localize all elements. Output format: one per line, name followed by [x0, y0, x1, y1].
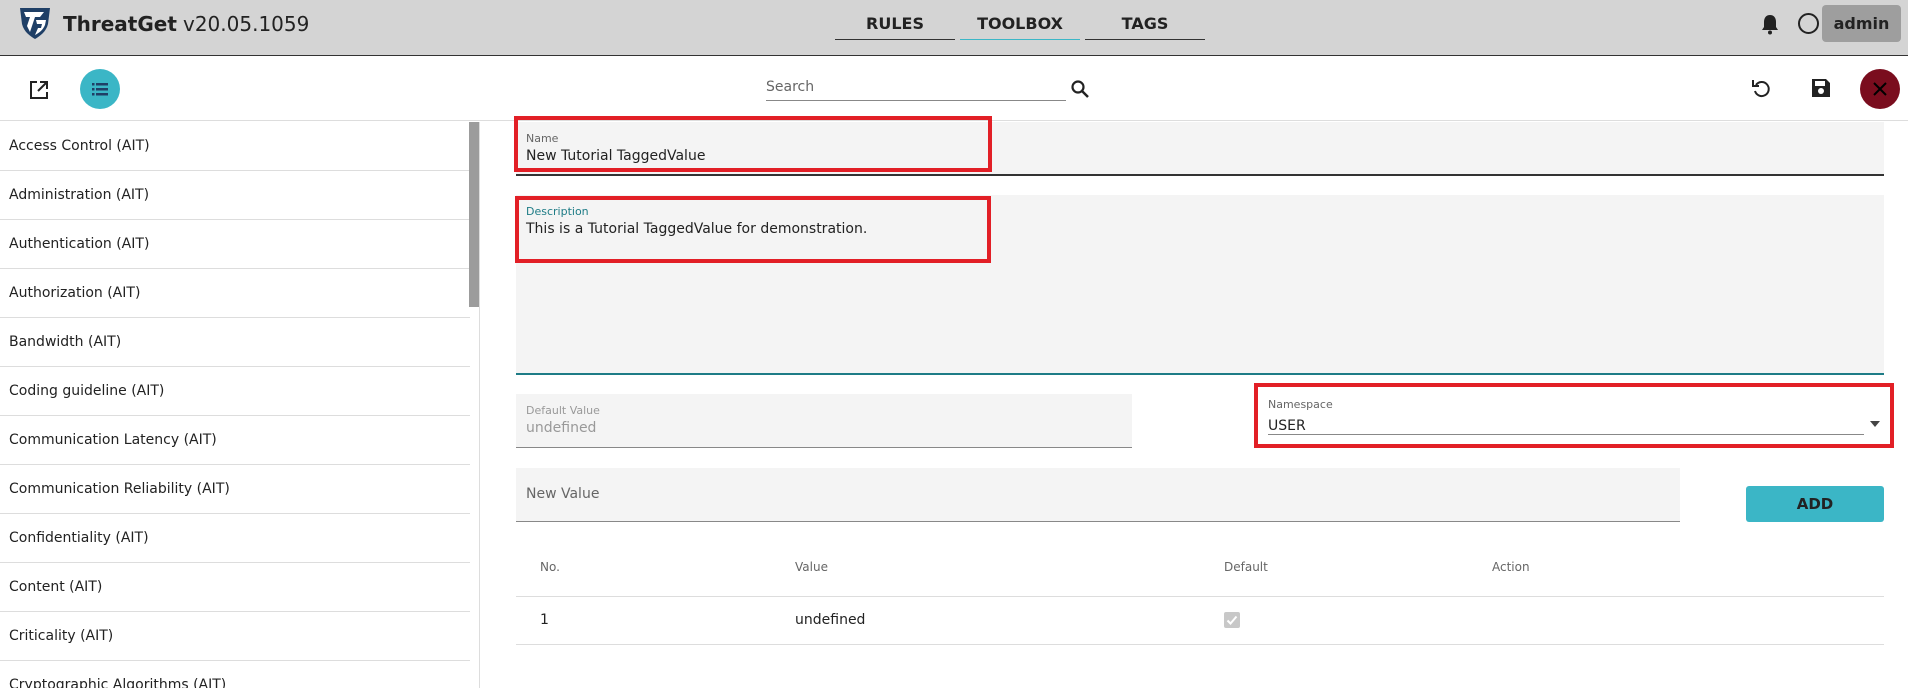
top-bar: ThreatGet v20.05.1059 RULES TOOLBOX TAGS… — [0, 0, 1908, 56]
toolbar — [0, 57, 1908, 121]
new-value-placeholder: New Value — [526, 486, 600, 502]
table-header-divider — [516, 596, 1884, 597]
list-icon — [92, 83, 108, 96]
sidebar-item-access-control[interactable]: Access Control (AIT) — [0, 122, 470, 171]
row-default-checkbox[interactable] — [1224, 612, 1240, 628]
column-header-value: Value — [795, 560, 828, 574]
status-circle-icon[interactable] — [1798, 13, 1819, 34]
table-row-divider — [516, 644, 1884, 645]
sidebar-item-confidentiality[interactable]: Confidentiality (AIT) — [0, 514, 470, 563]
list-view-button[interactable] — [80, 69, 120, 109]
tab-toolbox[interactable]: TOOLBOX — [960, 14, 1080, 40]
add-button[interactable]: ADD — [1746, 486, 1884, 522]
app-name: ThreatGet — [63, 12, 177, 36]
tab-tags[interactable]: TAGS — [1085, 14, 1205, 40]
sidebar-scrollbar[interactable] — [469, 122, 479, 307]
column-header-default: Default — [1224, 560, 1268, 574]
sidebar-item-bandwidth[interactable]: Bandwidth (AIT) — [0, 318, 470, 367]
row-number: 1 — [540, 612, 549, 628]
sidebar-item-communication-reliability[interactable]: Communication Reliability (AIT) — [0, 465, 470, 514]
save-icon[interactable] — [1810, 77, 1832, 99]
tab-rules[interactable]: RULES — [835, 14, 955, 40]
namespace-highlight — [1254, 383, 1894, 448]
default-value-value: undefined — [526, 420, 597, 436]
description-highlight — [515, 196, 991, 263]
row-value: undefined — [795, 612, 866, 628]
sidebar-item-authorization[interactable]: Authorization (AIT) — [0, 269, 470, 318]
threatget-logo-icon — [20, 8, 50, 39]
undo-icon[interactable] — [1750, 77, 1772, 99]
notification-bell-icon[interactable] — [1760, 13, 1780, 35]
sidebar-item-criticality[interactable]: Criticality (AIT) — [0, 612, 470, 661]
search-input[interactable] — [766, 75, 1056, 99]
app-version: v20.05.1059 — [183, 12, 310, 36]
sidebar-item-authentication[interactable]: Authentication (AIT) — [0, 220, 470, 269]
column-header-action: Action — [1492, 560, 1530, 574]
sidebar-item-content[interactable]: Content (AIT) — [0, 563, 470, 612]
search-icon[interactable] — [1070, 79, 1090, 99]
search-box — [766, 75, 1066, 101]
sidebar-item-coding-guideline[interactable]: Coding guideline (AIT) — [0, 367, 470, 416]
default-value-label: Default Value — [526, 404, 600, 417]
open-external-icon[interactable] — [28, 79, 50, 101]
user-menu-button[interactable]: admin — [1822, 5, 1901, 42]
new-value-field[interactable]: New Value — [516, 468, 1680, 522]
checkmark-icon — [1226, 615, 1238, 625]
sidebar-item-communication-latency[interactable]: Communication Latency (AIT) — [0, 416, 470, 465]
name-highlight — [514, 116, 992, 172]
sidebar-item-administration[interactable]: Administration (AIT) — [0, 171, 470, 220]
column-header-no: No. — [540, 560, 560, 574]
default-value-field: Default Value undefined — [516, 394, 1132, 448]
close-button[interactable] — [1860, 69, 1900, 109]
sidebar: Access Control (AIT) Administration (AIT… — [0, 122, 480, 688]
close-icon — [1873, 82, 1887, 96]
sidebar-item-cryptographic-algorithms[interactable]: Cryptographic Algorithms (AIT) — [0, 661, 470, 688]
